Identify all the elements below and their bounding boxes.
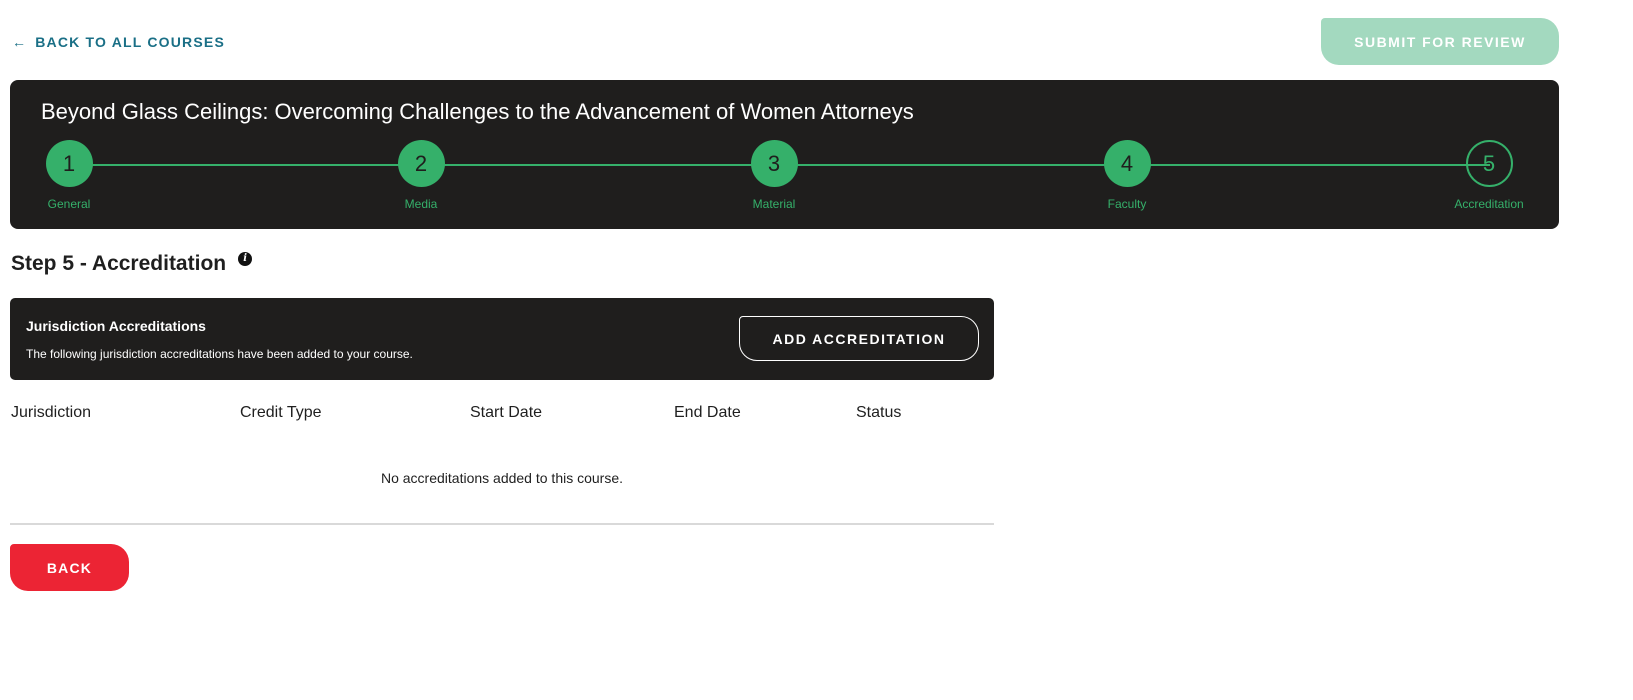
column-header-status: Status (856, 404, 902, 421)
info-icon[interactable]: i (238, 252, 253, 266)
add-accreditation-button[interactable]: ADD ACCREDITATION (739, 316, 979, 361)
page-title: Step 5 - Accreditation (11, 252, 227, 275)
submit-for-review-button[interactable]: SUBMIT FOR REVIEW (1321, 18, 1559, 65)
step-5-accreditation[interactable]: 5 Accreditation (1439, 140, 1539, 211)
column-header-end-date: End Date (674, 404, 741, 421)
column-header-jurisdiction: Jurisdiction (11, 404, 92, 421)
arrow-left-icon: ← (12, 34, 28, 50)
column-header-start-date: Start Date (470, 404, 543, 421)
accreditations-table: Jurisdiction Credit Type Start Date End … (10, 398, 994, 486)
step-label: Material (752, 197, 796, 211)
course-header: Beyond Glass Ceilings: Overcoming Challe… (10, 80, 1559, 229)
panel-description: The following jurisdiction accreditation… (26, 347, 413, 361)
step-2-media[interactable]: 2 Media (371, 140, 471, 211)
table-header: Jurisdiction Credit Type Start Date End … (10, 398, 994, 428)
step-number: 3 (750, 140, 798, 187)
divider (10, 523, 994, 525)
empty-state-message: No accreditations added to this course. (380, 470, 624, 486)
back-to-all-courses-label: BACK TO ALL COURSES (35, 34, 225, 50)
step-label: Faculty (1107, 197, 1147, 211)
column-header-credit-type: Credit Type (240, 404, 322, 421)
step-number: 5 (1465, 140, 1513, 187)
step-4-faculty[interactable]: 4 Faculty (1077, 140, 1177, 211)
back-to-all-courses-link[interactable]: ← BACK TO ALL COURSES (12, 34, 225, 50)
step-3-material[interactable]: 3 Material (724, 140, 824, 211)
step-number: 1 (45, 140, 93, 187)
top-bar: ← BACK TO ALL COURSES SUBMIT FOR REVIEW (0, 0, 1633, 80)
step-number: 4 (1103, 140, 1151, 187)
step-label: Media (404, 197, 438, 211)
step-heading: Step 5 - Accreditation i (11, 252, 253, 276)
step-label: General (47, 197, 91, 211)
panel-title: Jurisdiction Accreditations (26, 318, 206, 334)
progress-stepper: 1 General 2 Media 3 Material 4 Faculty 5… (10, 140, 1559, 220)
step-1-general[interactable]: 1 General (19, 140, 119, 211)
back-button[interactable]: BACK (10, 544, 129, 591)
jurisdiction-accreditations-panel: Jurisdiction Accreditations The followin… (10, 298, 994, 380)
step-number: 2 (397, 140, 445, 187)
course-title: Beyond Glass Ceilings: Overcoming Challe… (41, 99, 914, 124)
step-label: Accreditation (1454, 197, 1524, 211)
